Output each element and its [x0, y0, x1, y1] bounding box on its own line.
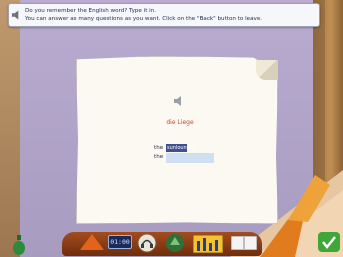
paper-curl — [256, 60, 278, 80]
vocabulary-card — [76, 56, 278, 224]
instruction-bar: Do you remember the English word? Type i… — [8, 3, 320, 27]
instruction-line-1: Do you remember the English word? Type i… — [25, 8, 157, 14]
arrow-icon[interactable] — [80, 234, 104, 250]
checkmark-icon[interactable] — [318, 232, 340, 252]
clock-display: 01:00 — [108, 235, 132, 249]
correct-answer: sunlounger — [166, 144, 196, 152]
headphones-icon[interactable] — [137, 233, 157, 253]
bottle-icon[interactable] — [12, 235, 26, 255]
left-wall — [0, 0, 20, 257]
instruction-line-2: You can answer as many questions as you … — [25, 16, 263, 22]
speaker-icon[interactable] — [12, 10, 21, 20]
input-article: the — [154, 154, 164, 160]
speaker-icon[interactable] — [174, 96, 184, 106]
tree-icon[interactable] — [165, 233, 185, 253]
answer-article: the — [154, 145, 164, 151]
bar-chart-icon[interactable] — [193, 235, 223, 253]
book-icon[interactable] — [231, 236, 257, 250]
answer-input[interactable] — [166, 153, 214, 163]
german-word: die Liege — [166, 119, 194, 126]
